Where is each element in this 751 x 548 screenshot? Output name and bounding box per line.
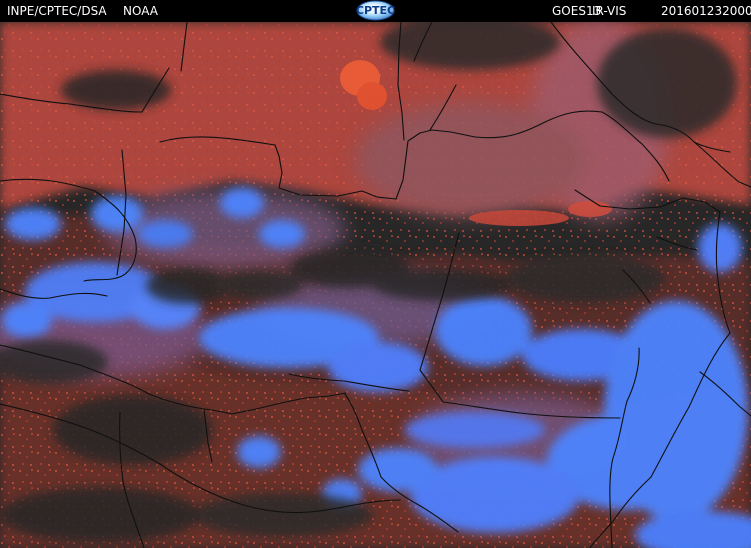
satellite-image-frame: INPE/CPTEC/DSA NOAA CPTEC GOES13 IR-VIS … bbox=[0, 0, 751, 548]
cptec-logo: CPTEC bbox=[355, 0, 396, 21]
cptec-logo-text: CPTEC bbox=[355, 4, 396, 17]
satellite-imagery bbox=[0, 0, 751, 548]
product-label: IR-VIS bbox=[592, 4, 627, 18]
image-header-bar: INPE/CPTEC/DSA NOAA CPTEC GOES13 IR-VIS … bbox=[0, 0, 751, 22]
agency-label: NOAA bbox=[123, 4, 158, 18]
timestamp-label: 201601232000 bbox=[661, 4, 751, 18]
source-label: INPE/CPTEC/DSA bbox=[7, 4, 107, 18]
